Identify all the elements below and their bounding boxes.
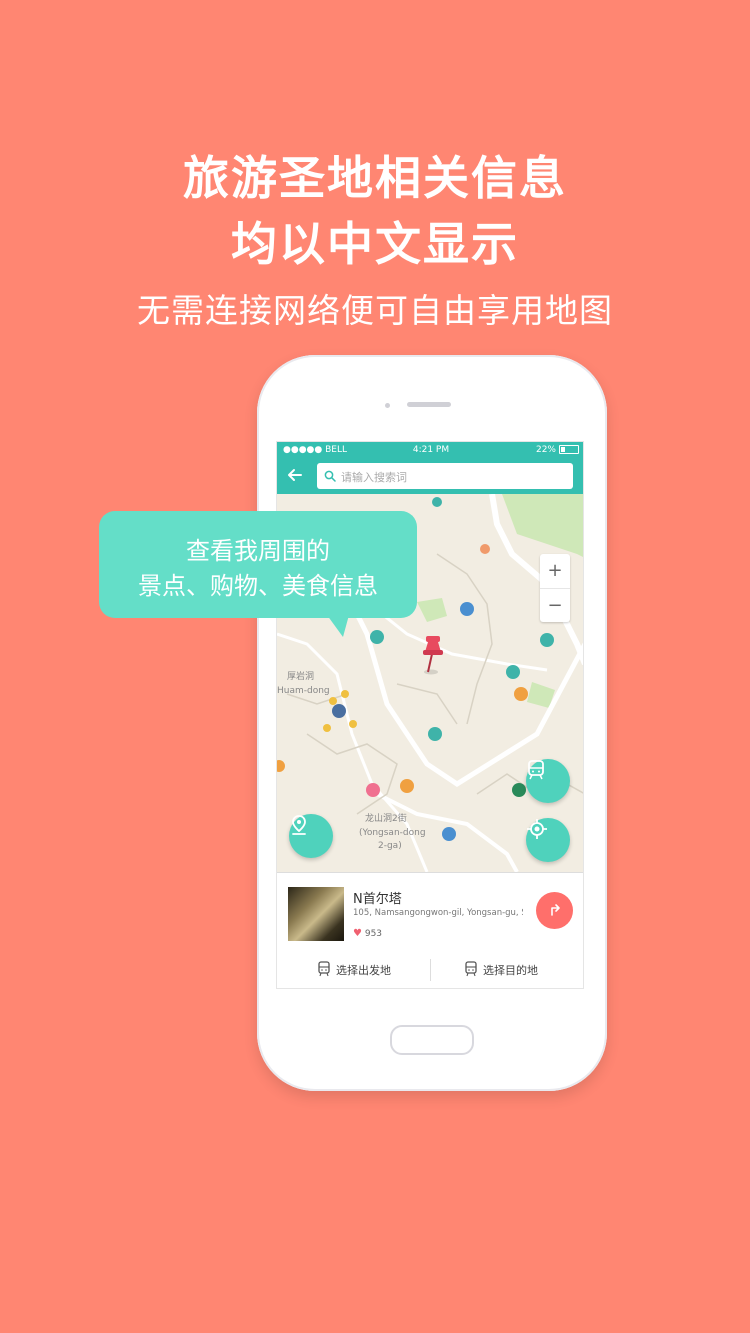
zoom-in-button[interactable]: +	[540, 554, 570, 589]
route-button[interactable]	[536, 892, 573, 929]
headline-line-1: 旅游圣地相关信息	[183, 151, 567, 205]
phone-mockup: ●●●●● BELL 4:21 PM 22% 请输入搜索词 厚岩洞 Huam-d…	[257, 355, 607, 1091]
headline-line-2: 均以中文显示	[231, 217, 519, 271]
train-icon	[317, 960, 331, 980]
route-arrow-icon	[547, 901, 563, 921]
home-button	[390, 1025, 474, 1055]
transit-button[interactable]	[526, 759, 570, 803]
place-address: 105, Namsangongwon-gil, Yongsan-gu, S..	[353, 908, 523, 918]
select-destination-button[interactable]: 选择目的地	[464, 959, 538, 981]
callout-line-2: 景点、购物、美食信息	[138, 572, 378, 600]
callout-bubble: 查看我周围的 景点、购物、美食信息	[99, 511, 417, 637]
search-header	[277, 458, 583, 494]
battery-label: 22%	[535, 445, 556, 455]
my-location-button[interactable]	[526, 818, 570, 862]
select-origin-label: 选择出发地	[336, 964, 391, 977]
likes-count: 953	[364, 929, 383, 939]
train-icon	[464, 960, 478, 980]
select-destination-label: 选择目的地	[483, 964, 538, 977]
map-label-yongsan-en-1: (Yongsan-dong	[359, 828, 426, 838]
places-button[interactable]	[289, 814, 333, 858]
callout-line-1: 查看我周围的	[186, 537, 330, 565]
map-label-huam-cn: 厚岩洞	[287, 672, 315, 682]
phone-camera	[385, 403, 390, 408]
place-card[interactable]: N首尔塔 105, Namsangongwon-gil, Yongsan-gu,…	[277, 872, 583, 988]
map-label-yongsan-en-2: 2-ga)	[378, 841, 402, 851]
select-origin-button[interactable]: 选择出发地	[317, 959, 391, 981]
search-icon	[324, 467, 336, 486]
map-label-yongsan-cn: 龙山洞2街	[365, 814, 407, 824]
place-likes: ♥ 953	[353, 928, 382, 939]
headline-line-3: 无需连接网络便可自由享用地图	[137, 291, 613, 330]
back-arrow-icon[interactable]	[285, 465, 305, 485]
card-divider	[430, 959, 431, 981]
search-input[interactable]	[339, 467, 567, 487]
heart-icon: ♥	[353, 928, 362, 939]
battery-icon	[559, 445, 579, 454]
zoom-out-button[interactable]: −	[540, 589, 570, 623]
map-label-huam-en: Huam-dong	[277, 686, 330, 696]
status-bar: ●●●●● BELL 4:21 PM 22%	[277, 442, 583, 458]
place-name: N首尔塔	[353, 892, 402, 907]
phone-speaker	[407, 402, 451, 407]
zoom-controls: + −	[540, 554, 570, 622]
search-box[interactable]	[317, 463, 573, 489]
battery-indicator: 22%	[536, 445, 579, 455]
place-thumbnail	[288, 887, 344, 941]
